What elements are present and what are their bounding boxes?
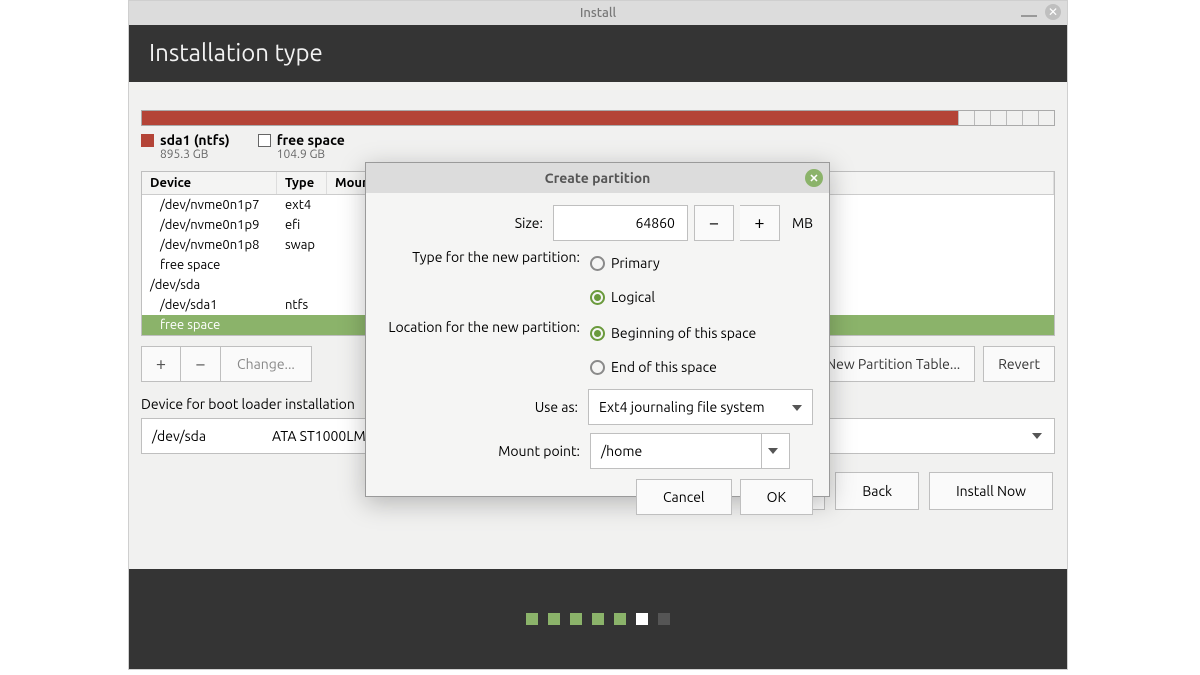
remove-button[interactable]: − xyxy=(181,346,221,382)
close-icon[interactable]: ✕ xyxy=(1045,4,1061,20)
minimize-icon[interactable] xyxy=(1021,15,1037,17)
col-type: Type xyxy=(277,172,327,194)
ok-button[interactable]: OK xyxy=(740,479,813,515)
radio-end[interactable]: End of this space xyxy=(590,353,717,381)
mount-point-select[interactable]: /home xyxy=(590,433,790,469)
chevron-down-icon xyxy=(1032,433,1042,439)
useas-select[interactable]: Ext4 journaling file system xyxy=(588,389,813,425)
add-button[interactable]: + xyxy=(141,346,181,382)
cancel-button[interactable]: Cancel xyxy=(636,479,732,515)
chevron-down-icon xyxy=(792,405,802,411)
dialog-title: Create partition ✕ xyxy=(366,163,829,193)
chevron-down-icon xyxy=(761,434,789,468)
radio-primary[interactable]: Primary xyxy=(590,249,660,277)
window-title: Install xyxy=(580,6,616,20)
disk-usage-bar xyxy=(141,110,1055,126)
progress-dots xyxy=(129,569,1067,669)
swatch-icon xyxy=(141,134,154,147)
page-title: Installation type xyxy=(129,25,1067,82)
useas-label: Use as: xyxy=(382,399,588,415)
new-partition-table-button[interactable]: New Partition Table... xyxy=(811,346,975,382)
swatch-icon xyxy=(258,134,271,147)
radio-logical[interactable]: Logical xyxy=(590,283,655,311)
progress-dot xyxy=(636,613,648,625)
progress-dot xyxy=(614,613,626,625)
type-label: Type for the new partition: xyxy=(382,249,590,265)
progress-dot xyxy=(592,613,604,625)
dialog-close-icon[interactable]: ✕ xyxy=(805,169,823,187)
location-label: Location for the new partition: xyxy=(382,319,590,335)
legend-free: free space 104.9 GB xyxy=(258,132,345,161)
change-button[interactable]: Change... xyxy=(221,346,312,382)
create-partition-dialog: Create partition ✕ Size: − + MB Type for… xyxy=(365,162,830,497)
size-label: Size: xyxy=(382,215,553,231)
size-increment-button[interactable]: + xyxy=(740,205,780,241)
radio-beginning[interactable]: Beginning of this space xyxy=(590,319,756,347)
install-now-button[interactable]: Install Now xyxy=(929,472,1053,510)
mount-label: Mount point: xyxy=(382,443,590,459)
size-decrement-button[interactable]: − xyxy=(694,205,734,241)
progress-dot xyxy=(526,613,538,625)
progress-dot xyxy=(658,613,670,625)
titlebar: Install ✕ xyxy=(129,1,1067,25)
size-input[interactable] xyxy=(553,205,688,241)
progress-dot xyxy=(570,613,582,625)
disk-legend: sda1 (ntfs) 895.3 GB free space 104.9 GB xyxy=(141,132,1055,161)
legend-used: sda1 (ntfs) 895.3 GB xyxy=(141,132,230,161)
size-unit: MB xyxy=(792,215,813,231)
col-device: Device xyxy=(142,172,277,194)
progress-dot xyxy=(548,613,560,625)
back-button[interactable]: Back xyxy=(835,472,919,510)
revert-button[interactable]: Revert xyxy=(983,346,1055,382)
